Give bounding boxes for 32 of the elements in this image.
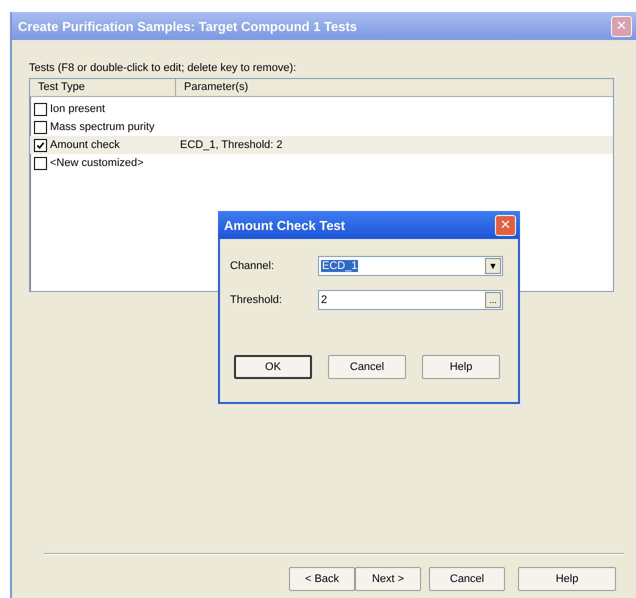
table-row[interactable]: Ion present	[30, 100, 613, 118]
wizard-button[interactable]: < Back	[289, 567, 355, 591]
tests-label: Tests (F8 or double-click to edit; delete key to remove):	[29, 62, 298, 76]
table-cell: ECD_1, Threshold: 2	[180, 139, 283, 151]
dialog-button[interactable]: Help	[422, 355, 500, 379]
input-field[interactable]: 2 ...	[318, 290, 503, 310]
table-row[interactable]: <New customized>	[30, 154, 613, 172]
wizard-button[interactable]: Help	[518, 567, 616, 591]
dialog-button[interactable]: Cancel	[328, 355, 406, 379]
table-cell: Ion present	[50, 103, 106, 115]
browse-button[interactable]: ...	[485, 292, 501, 308]
table-cell: <New customized>	[50, 157, 144, 169]
window-title: Create Purification Samples: Target Compound 1 Tests	[18, 18, 358, 34]
checkbox[interactable]	[34, 138, 47, 152]
dialog-title: Amount Check Test	[224, 218, 346, 232]
field-label: Threshold:	[230, 294, 283, 306]
wizard-button[interactable]: Next >	[355, 567, 421, 591]
checkbox[interactable]	[34, 102, 47, 116]
table-row[interactable]: Amount check ECD_1, Threshold: 2	[30, 136, 613, 154]
close-button[interactable]: ✕	[495, 214, 516, 236]
dropdown-field[interactable]: ECD_1 ▼	[318, 256, 503, 276]
wizard-button[interactable]: Cancel	[429, 567, 505, 591]
table-cell: Amount check	[50, 139, 120, 151]
checkbox[interactable]	[34, 156, 47, 170]
column-header[interactable]: Test Type	[30, 79, 176, 96]
dialog-button[interactable]: OK	[234, 355, 312, 379]
checkbox[interactable]	[34, 120, 47, 134]
column-header[interactable]: Parameter(s)	[176, 79, 613, 96]
dropdown-button[interactable]: ▼	[485, 258, 501, 274]
field-label: Channel:	[230, 260, 276, 272]
table-cell: Mass spectrum purity	[50, 121, 155, 133]
table-row[interactable]: Mass spectrum purity	[30, 118, 613, 136]
